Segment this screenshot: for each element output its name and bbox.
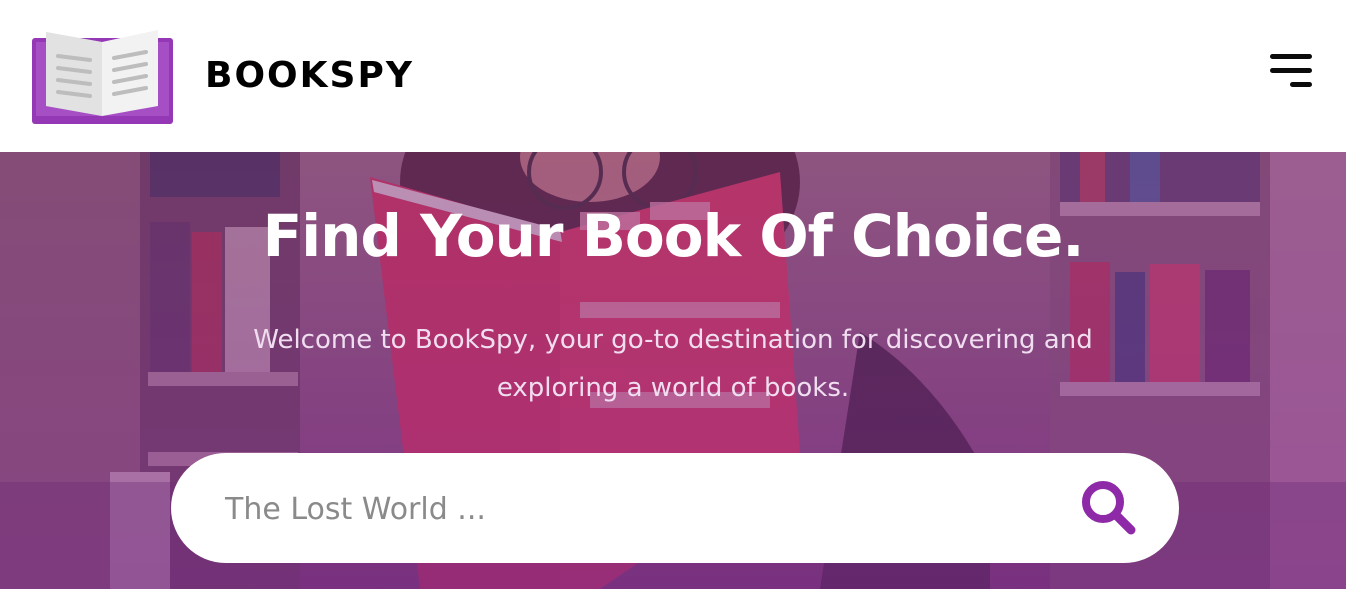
page: BOOKSPY Find Your Book Of Choice. Welcom… [0, 0, 1346, 589]
search-icon [1082, 481, 1136, 535]
hero-section: Find Your Book Of Choice. Welcome to Boo… [0, 152, 1346, 589]
brand-name: BOOKSPY [205, 54, 414, 96]
hero-subtitle: Welcome to BookSpy, your go-to destinati… [253, 325, 1093, 403]
menu-button[interactable] [1262, 48, 1318, 92]
site-header: BOOKSPY [0, 0, 1346, 152]
search-button[interactable] [1077, 476, 1141, 540]
search-input[interactable] [223, 483, 1047, 535]
search-bar [171, 453, 1179, 563]
home-logo-link[interactable]: BOOKSPY [32, 26, 414, 124]
hero-title: Find Your Book Of Choice. [262, 202, 1085, 270]
open-book-icon [32, 30, 173, 124]
